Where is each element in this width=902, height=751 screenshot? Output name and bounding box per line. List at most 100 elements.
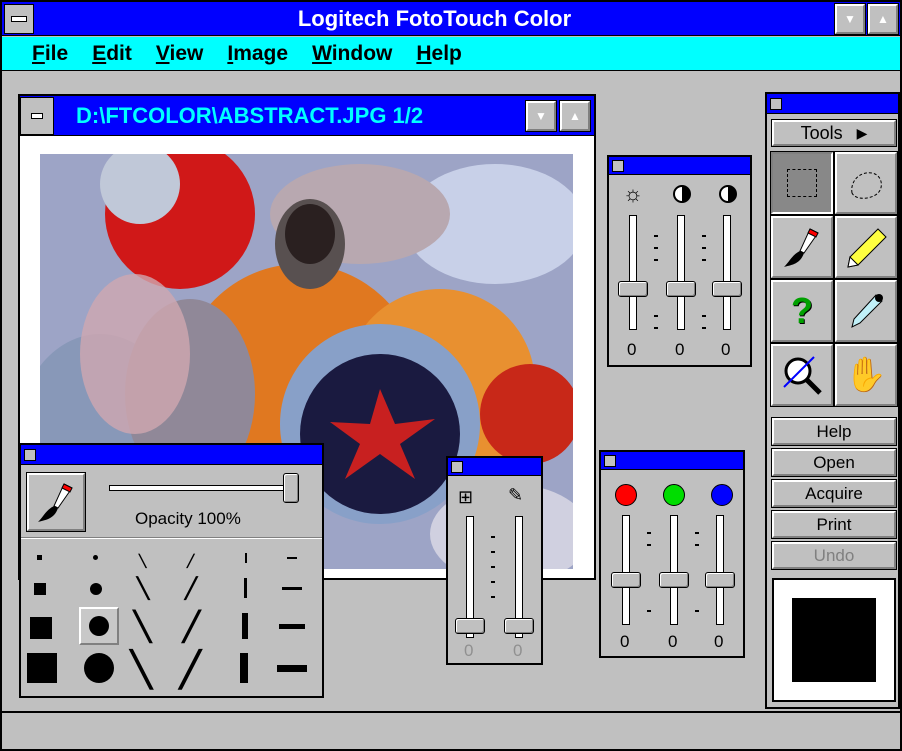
zoom-tool[interactable] xyxy=(770,343,834,407)
menu-edit[interactable]: Edit xyxy=(92,42,132,66)
brush-diag-back-m[interactable]: ╲ xyxy=(134,613,151,641)
document-system-menu[interactable] xyxy=(20,96,54,135)
rectangle-select-tool[interactable] xyxy=(770,151,834,215)
green-slider-thumb[interactable] xyxy=(659,572,689,588)
paintbrush-tool[interactable] xyxy=(770,215,834,279)
brush-horiz-m[interactable] xyxy=(279,624,305,629)
document-title-bar[interactable]: D:\FTCOLOR\ABSTRACT.JPG 1/2 ▼ ▲ xyxy=(20,96,594,136)
brush-panel-title[interactable] xyxy=(21,445,322,465)
brush-vert-m[interactable] xyxy=(242,613,248,639)
brush-diag-back-l[interactable]: ╲ xyxy=(131,653,151,687)
brush-round-s[interactable] xyxy=(90,583,102,595)
document-minimize-button[interactable]: ▼ xyxy=(525,99,557,132)
brush-round-xs[interactable] xyxy=(93,555,98,560)
magnifier-icon xyxy=(783,356,822,395)
contrast-slider-track[interactable] xyxy=(677,215,685,330)
menu-file[interactable]: File xyxy=(32,42,68,66)
brush-vert-xs[interactable] xyxy=(245,553,247,563)
hand-tool[interactable]: ✋ xyxy=(834,343,898,407)
brightness-slider-thumb[interactable] xyxy=(618,281,648,297)
menu-view[interactable]: View xyxy=(156,42,204,66)
saturation-slider-track[interactable] xyxy=(723,215,731,330)
acquire-button[interactable]: Acquire xyxy=(771,479,897,508)
brush-horiz-l[interactable] xyxy=(277,665,307,672)
help-button-label: Help xyxy=(816,421,852,441)
tick xyxy=(491,566,495,568)
green-slider-track[interactable] xyxy=(670,515,678,625)
saturation-slider-thumb[interactable] xyxy=(712,281,742,297)
tick xyxy=(702,315,706,317)
rgb-panel-title[interactable] xyxy=(601,452,743,470)
tick xyxy=(654,327,658,329)
brush-square-m[interactable] xyxy=(30,617,52,639)
print-button[interactable]: Print xyxy=(771,510,897,539)
brightness-panel-title[interactable] xyxy=(609,157,750,175)
mask-slider-thumb-1[interactable] xyxy=(455,618,485,634)
brightness-panel-close[interactable] xyxy=(612,159,624,172)
brush-panel-close[interactable] xyxy=(24,448,36,461)
red-slider-thumb[interactable] xyxy=(611,572,641,588)
mask-panel-close[interactable] xyxy=(451,460,463,473)
mask-panel-title[interactable] xyxy=(448,458,541,476)
help-tool[interactable]: ? xyxy=(770,279,834,343)
tool-grid: ? ✋ xyxy=(770,151,898,408)
brush-horiz-xs[interactable] xyxy=(287,557,297,559)
mask-value-1: 0 xyxy=(464,641,474,660)
opacity-slider-thumb[interactable] xyxy=(283,473,299,503)
tick xyxy=(702,235,706,237)
status-bar xyxy=(2,711,900,749)
brush-diag-fwd-m[interactable]: ╱ xyxy=(183,613,200,641)
brush-horiz-s[interactable] xyxy=(282,587,302,590)
undo-button[interactable]: Undo xyxy=(771,541,897,570)
mask-slider-thumb-2[interactable] xyxy=(504,618,534,634)
pencil-icon xyxy=(847,228,887,268)
menu-window[interactable]: Window xyxy=(312,42,392,66)
eyedropper-tool[interactable] xyxy=(834,279,898,343)
contrast-slider-thumb[interactable] xyxy=(666,281,696,297)
brush-square-l[interactable] xyxy=(27,653,57,683)
pencil-tool[interactable] xyxy=(834,215,898,279)
system-menu-button[interactable] xyxy=(4,3,34,34)
brightness-value: 0 xyxy=(627,340,637,359)
rectangle-select-icon xyxy=(787,169,817,197)
tick xyxy=(702,247,706,249)
maximize-button[interactable]: ▲ xyxy=(867,2,899,35)
tick xyxy=(702,327,706,329)
brush-diag-fwd-s[interactable]: ╱ xyxy=(185,579,197,599)
blue-slider-thumb[interactable] xyxy=(705,572,735,588)
tick xyxy=(491,596,495,598)
brightness-slider-track[interactable] xyxy=(629,215,637,330)
menu-help[interactable]: Help xyxy=(416,42,462,66)
help-button[interactable]: Help xyxy=(771,417,897,446)
current-brush-button[interactable] xyxy=(26,472,86,532)
document-maximize-button[interactable]: ▲ xyxy=(559,99,591,132)
app-title-bar[interactable]: Logitech FotoTouch Color ▼ ▲ xyxy=(2,2,900,36)
toolbox-close[interactable] xyxy=(770,97,782,110)
red-channel-icon xyxy=(615,484,637,506)
lasso-select-tool[interactable] xyxy=(834,151,898,215)
brush-diag-back-s[interactable]: ╲ xyxy=(137,579,149,599)
toolbox-title[interactable] xyxy=(767,94,898,114)
tick xyxy=(647,610,651,612)
open-button[interactable]: Open xyxy=(771,448,897,477)
brush-diag-fwd-l[interactable]: ╱ xyxy=(180,653,200,687)
opacity-slider-track[interactable] xyxy=(109,485,299,491)
brush-grid-divider xyxy=(21,537,322,539)
color-swatch-frame[interactable] xyxy=(772,578,896,702)
minimize-button[interactable]: ▼ xyxy=(834,2,866,35)
brush-round-l[interactable] xyxy=(84,653,114,683)
tools-menu-button[interactable]: Tools ▶ xyxy=(771,119,897,147)
red-slider-track[interactable] xyxy=(622,515,630,625)
rgb-panel-close[interactable] xyxy=(604,454,616,467)
brush-square-s[interactable] xyxy=(34,583,46,595)
brush-diag-back-xs[interactable]: ╲ xyxy=(139,555,146,567)
menu-image[interactable]: Image xyxy=(227,42,288,66)
brush-vert-l[interactable] xyxy=(240,653,248,683)
brush-square-xs[interactable] xyxy=(37,555,42,560)
brush-diag-fwd-xs[interactable]: ╱ xyxy=(187,555,194,567)
blue-slider-track[interactable] xyxy=(716,515,724,625)
brush-round-m-selected[interactable] xyxy=(79,607,119,645)
opacity-label: Opacity 100% xyxy=(135,509,241,528)
brush-vert-s[interactable] xyxy=(244,578,247,598)
brightness-icon: ☼ xyxy=(622,181,644,206)
